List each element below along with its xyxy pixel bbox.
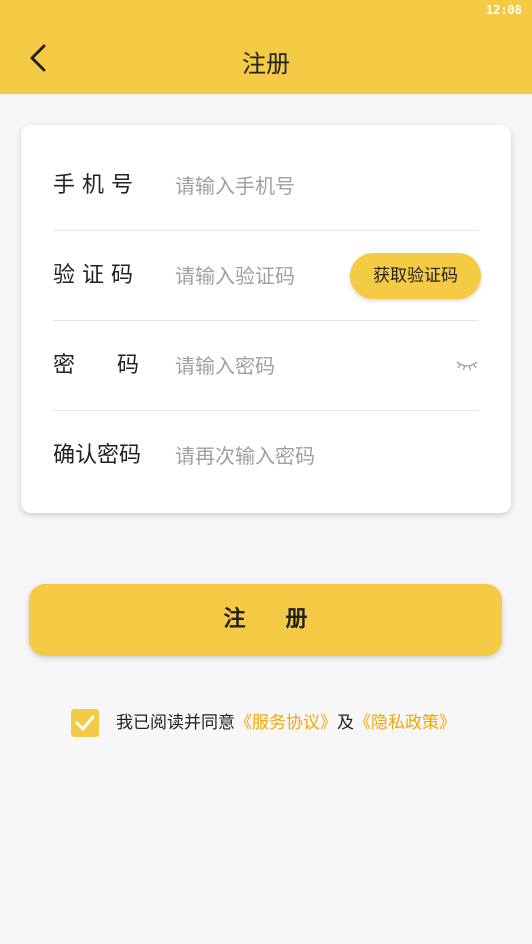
agreement: 我已阅读并同意《服务协议》及《隐私政策》 <box>71 708 491 738</box>
code-input[interactable] <box>175 261 355 291</box>
agreement-middle: 及 <box>337 713 354 733</box>
service-agreement-link[interactable]: 《服务协议》 <box>235 713 337 733</box>
agree-checkbox[interactable] <box>71 709 99 737</box>
confirm-password-input[interactable] <box>175 441 355 471</box>
code-label: 验 证 码 <box>53 263 133 288</box>
password-label: 密 码 <box>53 353 139 378</box>
code-row: 验 证 码 获取验证码 <box>53 231 481 321</box>
phone-row: 手 机 号 <box>53 141 479 231</box>
password-row: 密 码 <box>53 321 479 411</box>
status-time: 12:08 <box>485 3 522 17</box>
eye-closed-icon[interactable] <box>455 355 479 375</box>
register-form-card: 手 机 号 验 证 码 获取验证码 密 码 确认密码 <box>21 125 511 513</box>
privacy-policy-link[interactable]: 《隐私政策》 <box>354 713 456 733</box>
get-code-button[interactable]: 获取验证码 <box>350 253 481 299</box>
check-icon <box>75 715 95 731</box>
page-title: 注册 <box>242 50 290 78</box>
status-bar: 12:08 <box>0 0 532 24</box>
app-bar: 注册 <box>0 24 532 94</box>
confirm-password-label: 确认密码 <box>53 443 142 468</box>
confirm-password-row: 确认密码 <box>53 411 479 501</box>
phone-input[interactable] <box>175 171 355 201</box>
phone-label: 手 机 号 <box>53 173 133 198</box>
agreement-prefix: 我已阅读并同意 <box>116 713 235 733</box>
password-input[interactable] <box>175 351 355 381</box>
register-button[interactable]: 注册 <box>29 584 502 656</box>
agreement-text: 我已阅读并同意《服务协议》及《隐私政策》 <box>116 711 456 735</box>
